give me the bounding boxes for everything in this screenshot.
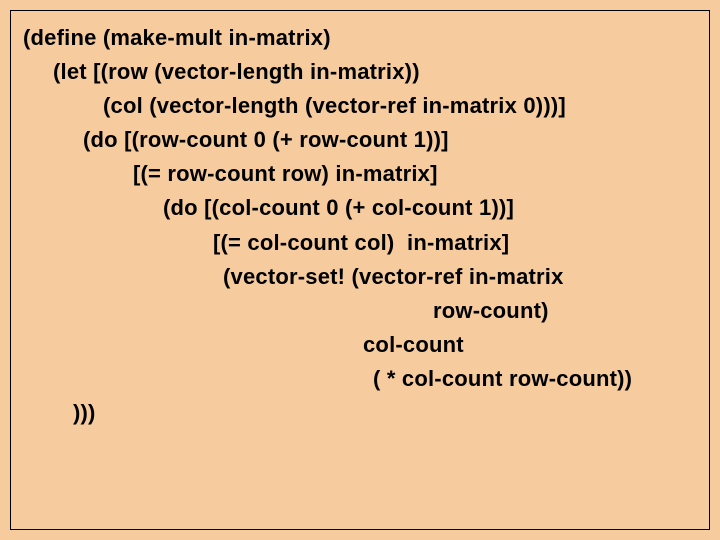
code-line: row-count)	[23, 294, 691, 328]
code-line: col-count	[23, 328, 691, 362]
code-line: (let [(row (vector-length in-matrix))	[23, 55, 691, 89]
code-line: (vector-set! (vector-ref in-matrix	[23, 260, 691, 294]
code-line: )))	[23, 396, 691, 430]
code-slide: (define (make-mult in-matrix) (let [(row…	[10, 10, 710, 530]
code-line: (do [(col-count 0 (+ col-count 1))]	[23, 191, 691, 225]
code-line: (do [(row-count 0 (+ row-count 1))]	[23, 123, 691, 157]
code-line: (define (make-mult in-matrix)	[23, 21, 691, 55]
code-line: [(= row-count row) in-matrix]	[23, 157, 691, 191]
code-line: (col (vector-length (vector-ref in-matri…	[23, 89, 691, 123]
code-line: ( * col-count row-count))	[23, 362, 691, 396]
code-line: [(= col-count col) in-matrix]	[23, 226, 691, 260]
